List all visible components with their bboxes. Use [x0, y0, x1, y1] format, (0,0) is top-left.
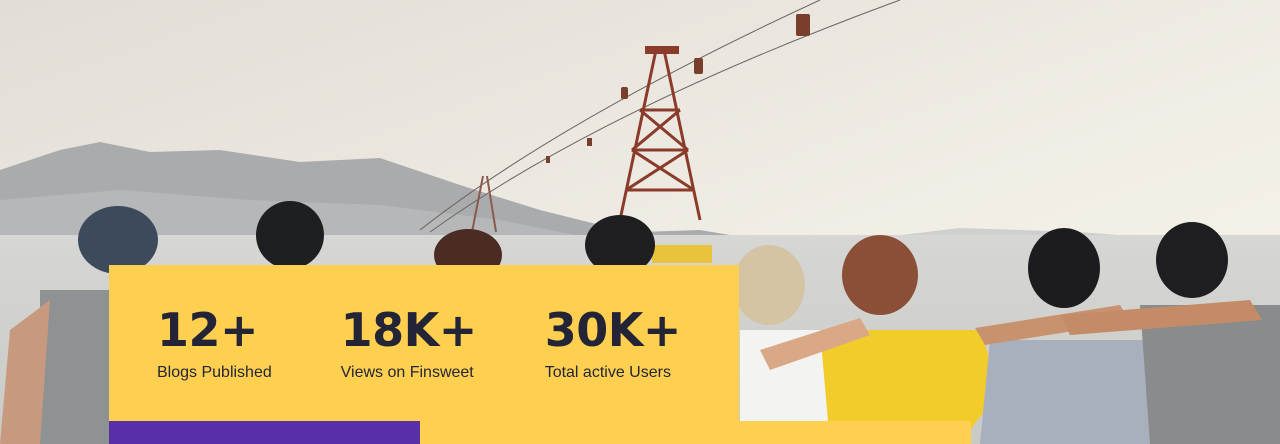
stat-value: 18K+	[340, 303, 478, 357]
stat-value: 30K+	[544, 303, 682, 357]
accent-bar-purple	[109, 421, 420, 444]
stat-label: Views on Finsweet	[340, 364, 474, 381]
stats-card: 12+ Blogs Published 18K+ Views on Finswe…	[109, 265, 739, 444]
stat-label: Total active Users	[544, 364, 671, 381]
accent-bar-yellow	[420, 421, 971, 444]
stat-label: Blogs Published	[157, 364, 272, 381]
stat-value: 12+	[157, 303, 259, 357]
